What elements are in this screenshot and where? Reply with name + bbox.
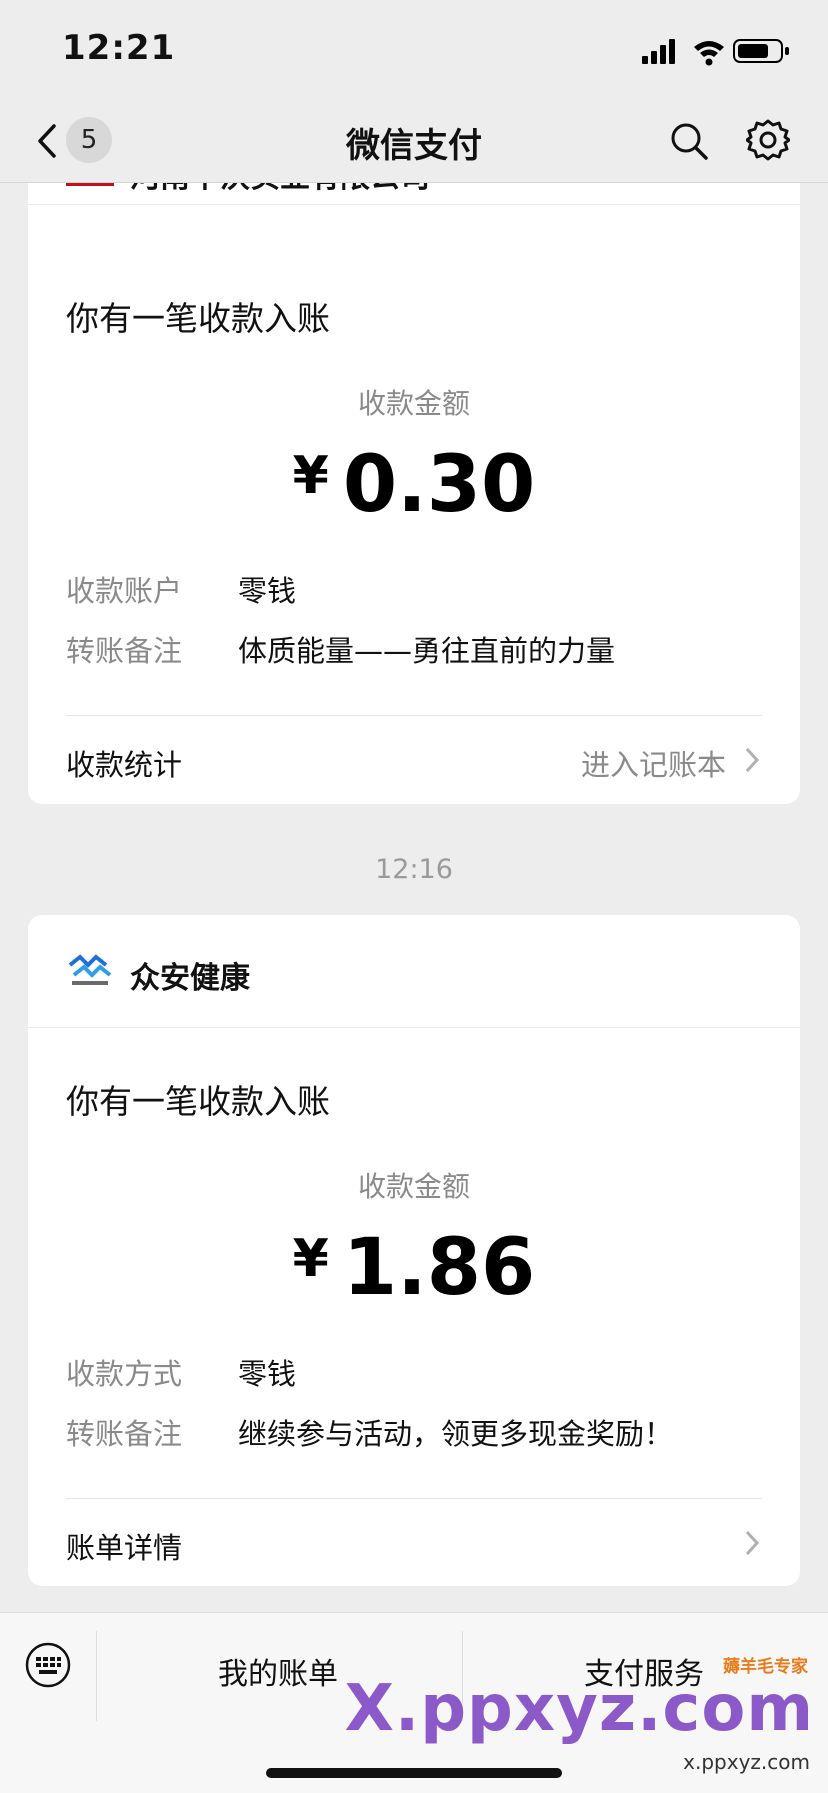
watermark-url: x.ppxyz.com bbox=[683, 1750, 810, 1774]
battery-icon bbox=[733, 39, 789, 63]
message-timestamp: 12:16 bbox=[375, 854, 453, 885]
amount-label: 收款金额 bbox=[357, 387, 470, 420]
search-icon[interactable] bbox=[668, 120, 710, 162]
divider bbox=[66, 1498, 762, 1499]
chevron-right-icon bbox=[745, 747, 760, 773]
payment-card-1: 微商 河南中沃实业有限公司 你有一笔收款入账 收款金额 ¥0.30 收款账户 零… bbox=[28, 148, 800, 804]
divider bbox=[96, 1631, 97, 1721]
divider bbox=[66, 715, 762, 716]
row-key: 收款账户 bbox=[66, 574, 183, 608]
row-value: 体质能量——勇往直前的力量 bbox=[238, 634, 616, 668]
ledger-link[interactable]: 进入记账本 bbox=[581, 742, 726, 784]
gear-icon[interactable] bbox=[746, 118, 790, 162]
status-time: 12:21 bbox=[62, 28, 176, 68]
currency-symbol: ¥ bbox=[292, 1229, 329, 1289]
row-key: 收款方式 bbox=[66, 1357, 183, 1391]
headline: 你有一笔收款入账 bbox=[66, 299, 330, 338]
currency-symbol: ¥ bbox=[292, 446, 329, 506]
chevron-right-icon bbox=[745, 1530, 760, 1556]
keyboard-icon[interactable] bbox=[24, 1641, 72, 1689]
amount-number: 1.86 bbox=[342, 1223, 536, 1313]
row-value: 零钱 bbox=[238, 1357, 297, 1391]
bill-detail-link[interactable]: 账单详情 bbox=[66, 1525, 182, 1567]
signal-icon bbox=[642, 39, 675, 64]
row-key: 转账备注 bbox=[66, 1417, 183, 1451]
wifi-icon bbox=[694, 41, 724, 66]
watermark: X.ppxyz.com bbox=[344, 1672, 814, 1746]
row-value: 继续参与活动，领更多现金奖励！ bbox=[238, 1417, 674, 1451]
nav-bar: 5 微信支付 bbox=[0, 100, 828, 183]
status-icons bbox=[642, 39, 789, 66]
amount-value: ¥0.30 bbox=[28, 440, 800, 530]
stats-label: 收款统计 bbox=[66, 748, 183, 782]
merchant-logo-icon bbox=[68, 954, 112, 985]
amount-label: 收款金额 bbox=[357, 1170, 470, 1203]
row-key: 转账备注 bbox=[66, 634, 183, 668]
payment-card-2: 众安健康 你有一笔收款入账 收款金额 ¥1.86 收款方式 零钱 转账备注 继续… bbox=[28, 915, 800, 1586]
headline: 你有一笔收款入账 bbox=[66, 1082, 330, 1121]
row-value: 零钱 bbox=[238, 574, 297, 608]
merchant-header[interactable]: 众安健康 bbox=[28, 915, 800, 1028]
amount-number: 0.30 bbox=[342, 440, 536, 530]
amount-value: ¥1.86 bbox=[28, 1223, 800, 1313]
home-indicator[interactable] bbox=[266, 1768, 562, 1778]
merchant-name: 众安健康 bbox=[130, 961, 250, 996]
status-bar: 12:21 bbox=[0, 0, 828, 100]
